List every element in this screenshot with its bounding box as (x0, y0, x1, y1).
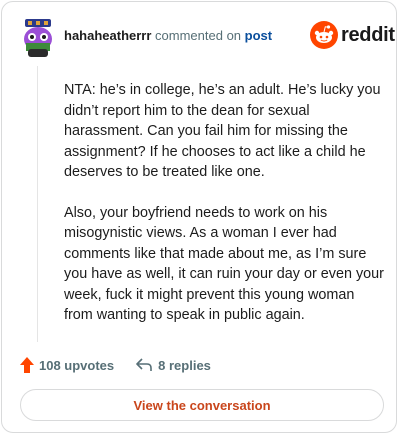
post-link[interactable]: post (245, 28, 272, 43)
comment-paragraph: Also, your boyfriend needs to work on hi… (64, 204, 384, 324)
reddit-logo-icon (310, 21, 338, 49)
action-text: commented on (155, 28, 242, 43)
thread-line (37, 66, 38, 342)
comment-card: hahaheatherrr commented on post reddit N… (1, 1, 397, 433)
reply-arrow-icon (136, 358, 152, 371)
comment-header: hahaheatherrr commented on post (64, 28, 272, 43)
view-conversation-button[interactable]: View the conversation (20, 389, 384, 421)
upvote-count: 108 upvotes (39, 357, 115, 373)
reply-count: 8 replies (158, 357, 211, 373)
upvote-arrow-icon (20, 357, 34, 373)
user-avatar-icon[interactable] (22, 19, 54, 57)
comment-body: NTA: he’s in college, he’s an adult. He’… (64, 80, 384, 346)
replies-button[interactable]: 8 replies (136, 358, 211, 373)
upvote-button[interactable]: 108 upvotes (20, 357, 114, 373)
comment-footer: 108 upvotes 8 replies (20, 355, 211, 375)
comment-paragraph: NTA: he’s in college, he’s an adult. He’… (64, 82, 381, 180)
username-link[interactable]: hahaheatherrr (64, 28, 151, 43)
reddit-logo[interactable]: reddit (310, 21, 395, 49)
reddit-wordmark: reddit (341, 23, 395, 46)
